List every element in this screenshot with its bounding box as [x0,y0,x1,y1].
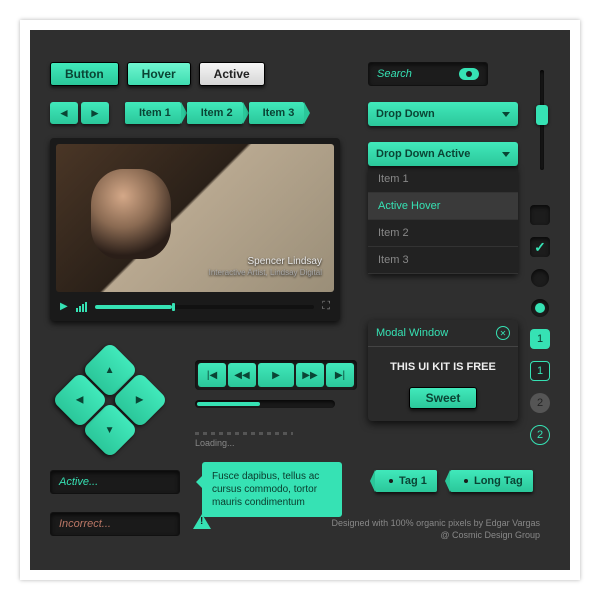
breadcrumb-item[interactable]: Item 3 [249,102,305,124]
dropdown-open[interactable]: Drop Down Active [368,142,518,166]
rewind-button[interactable]: ◀◀ [228,363,256,387]
text-input-active[interactable]: Active... [50,470,180,494]
chevron-down-icon [502,152,510,157]
modal-body: THIS UI KIT IS FREE [368,347,518,387]
loading-bar: Loading... [195,432,335,448]
eye-icon [459,68,479,80]
breadcrumb-item[interactable]: Item 2 [187,102,243,124]
fullscreen-icon[interactable]: ⛶ [322,300,330,313]
sweet-button[interactable]: Sweet [409,387,478,409]
button-active[interactable]: Active [199,62,265,86]
search-placeholder: Search [377,68,412,80]
dropdown-item[interactable]: Item 3 [368,247,518,274]
tooltip: Fusce dapibus, tellus ac cursus commodo,… [202,462,342,517]
forward-button[interactable]: ▶▶ [296,363,324,387]
back-button[interactable]: ◄ [50,102,78,124]
video-caption: Spencer LindsayInteractive Artist, Linds… [209,256,322,278]
close-icon[interactable]: ✕ [496,326,510,340]
tag[interactable]: Long Tag [450,470,533,492]
dropdown-item-active[interactable]: Active Hover [368,193,518,220]
tag[interactable]: Tag 1 [375,470,437,492]
play-button[interactable]: ▶ [258,363,294,387]
slider-thumb[interactable] [536,105,548,125]
checkbox-unchecked[interactable] [530,205,550,225]
search-input[interactable]: Search [368,62,488,86]
page-button-outline[interactable]: 1 [530,361,550,381]
page-circle-outline[interactable]: 2 [530,425,550,445]
vertical-slider[interactable] [540,70,544,170]
radio-checked[interactable] [531,299,549,317]
play-icon[interactable]: ▶ [60,301,68,312]
breadcrumb-item[interactable]: Item 1 [125,102,181,124]
prev-button[interactable]: |◀ [198,363,226,387]
dropdown-item[interactable]: Item 2 [368,220,518,247]
page-button[interactable]: 1 [530,329,550,349]
button-normal[interactable]: Button [50,62,119,86]
chevron-down-icon [502,112,510,117]
page-circle[interactable]: 2 [530,393,550,413]
modal-title: Modal Window [376,327,448,339]
media-controls: |◀ ◀◀ ▶ ▶▶ ▶| [195,360,357,390]
dropdown-item[interactable]: Item 1 [368,166,518,193]
modal-window: Modal Window ✕ THIS UI KIT IS FREE Sweet [368,320,518,421]
radio-unchecked[interactable] [531,269,549,287]
checkbox-checked[interactable] [530,237,550,257]
video-scrubber[interactable] [95,305,315,309]
dropdown-menu: Item 1 Active Hover Item 2 Item 3 [368,166,518,274]
progress-bar[interactable] [195,400,335,408]
video-thumbnail [91,169,171,259]
text-input-error[interactable]: Incorrect... [50,512,180,536]
dropdown-closed[interactable]: Drop Down [368,102,518,126]
dpad: ▲ ▶ ▼ ◀ [60,350,160,450]
volume-icon[interactable] [76,302,87,312]
video-player: Spencer LindsayInteractive Artist, Linds… [50,138,340,321]
button-hover[interactable]: Hover [127,62,191,86]
forward-button[interactable]: ► [81,102,109,124]
next-button[interactable]: ▶| [326,363,354,387]
video-screen[interactable]: Spencer LindsayInteractive Artist, Linds… [56,144,334,292]
credit-text: Designed with 100% organic pixels by Edg… [332,517,540,542]
